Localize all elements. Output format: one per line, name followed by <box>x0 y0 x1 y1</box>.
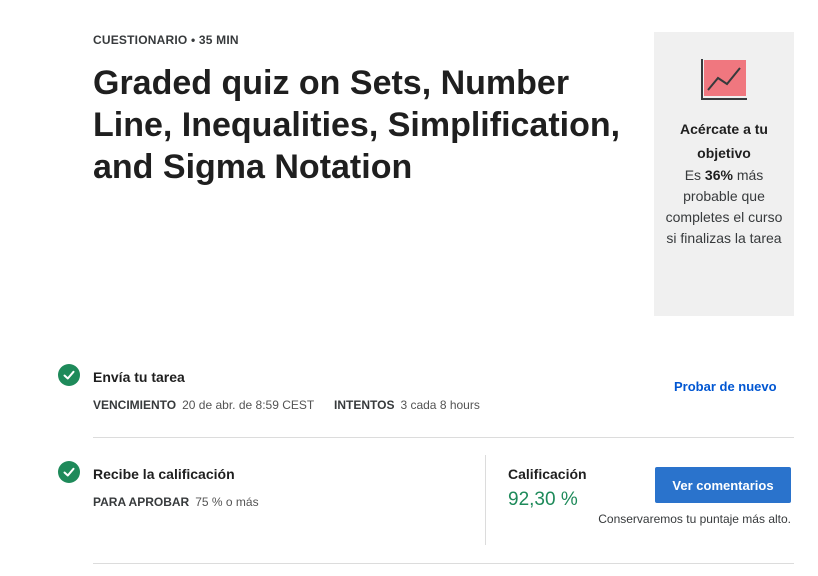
attempts: INTENTOS 3 cada 8 hours <box>334 398 480 412</box>
divider <box>93 563 794 564</box>
attempts-label: INTENTOS <box>334 398 395 412</box>
goal-text: Es 36% más probable que completes el cur… <box>665 167 783 246</box>
goal-card: Acércate a tu objetivo Es 36% más probab… <box>654 32 794 316</box>
check-circle-icon <box>58 461 80 483</box>
pass-value: 75 % o más <box>195 495 259 509</box>
page-title: Graded quiz on Sets, Number Line, Inequa… <box>93 64 621 186</box>
view-feedback-button[interactable]: Ver comentarios <box>655 467 791 503</box>
check-circle-icon <box>58 364 80 386</box>
attempts-value: 3 cada 8 hours <box>400 398 480 412</box>
assignment-meta: CUESTIONARIO • 35 MIN <box>93 33 239 47</box>
goal-heading: Acércate a tu objetivo <box>680 121 768 161</box>
pass-requirement: PARA APROBAR 75 % o más <box>93 495 259 509</box>
grade-step-title: Recibe la calificación <box>93 466 235 482</box>
pass-label: PARA APROBAR <box>93 495 190 509</box>
due-value: 20 de abr. de 8:59 CEST <box>182 398 315 412</box>
chart-trend-icon <box>701 59 747 100</box>
vertical-divider <box>485 455 486 545</box>
submit-step-title: Envía tu tarea <box>93 369 185 385</box>
goal-percentage: 36% <box>704 167 733 183</box>
highest-score-note: Conservaremos tu puntaje más alto. <box>598 512 791 526</box>
due-label: VENCIMIENTO <box>93 398 177 412</box>
retry-link[interactable]: Probar de nuevo <box>674 379 777 394</box>
grade-value: 92,30 % <box>508 489 578 510</box>
due-date: VENCIMIENTO 20 de abr. de 8:59 CEST <box>93 398 314 412</box>
divider <box>93 437 794 438</box>
grade-label: Calificación <box>508 466 587 482</box>
